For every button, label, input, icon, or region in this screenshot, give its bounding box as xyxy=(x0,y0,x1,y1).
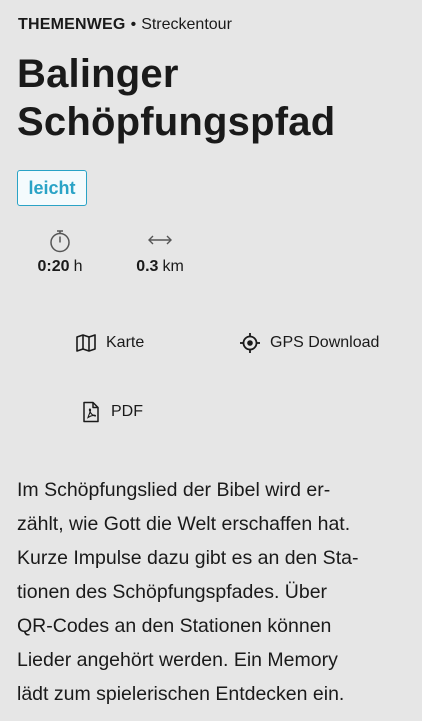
duration-value-line: 0:20 h xyxy=(25,257,95,277)
tour-subtype: Streckentour xyxy=(141,16,232,33)
tour-description: Im Schöpfungslied der Bibel wird er- zäh… xyxy=(17,473,412,711)
map-button-label: Karte xyxy=(106,334,145,351)
description-line: Kurze Impulse dazu gibt es an den Sta- xyxy=(17,547,359,569)
tour-detail-page: THEMENWEG • Streckentour Balinger Schöpfun… xyxy=(0,0,422,721)
distance-value-line: 0.3 km xyxy=(125,257,195,277)
page-title: Balinger Schöpfungspfad xyxy=(17,50,417,146)
description-line: lädt zum spielerischen Entdecken ein. xyxy=(17,683,345,705)
gps-download-button[interactable]: GPS Download xyxy=(239,332,379,354)
gps-target-icon xyxy=(239,332,261,354)
tour-category: THEMENWEG • Streckentour xyxy=(18,14,232,36)
duration-unit: h xyxy=(73,258,83,275)
description-line: QR-Codes an den Stationen können xyxy=(17,615,332,637)
description-line: zählt, wie Gott die Welt erschaffen hat. xyxy=(17,513,351,535)
title-line: Balinger xyxy=(17,52,179,96)
gps-download-label: GPS Download xyxy=(270,334,380,351)
duration-value: 0:20 xyxy=(37,258,70,275)
title-line: Schöpfungspfad xyxy=(17,100,336,144)
difficulty-badge: leicht xyxy=(17,170,87,206)
map-button[interactable]: Karte xyxy=(75,332,144,354)
description-line: Im Schöpfungslied der Bibel wird er- xyxy=(17,479,331,501)
duration-stat: 0:20 h xyxy=(25,228,95,277)
description-line: Lieder angehört werden. Ein Memory xyxy=(17,649,338,671)
tour-type: THEMENWEG xyxy=(18,16,126,33)
distance-value: 0.3 xyxy=(136,258,159,275)
pdf-button[interactable]: PDF xyxy=(80,401,143,423)
distance-unit: km xyxy=(162,258,184,275)
pdf-file-icon xyxy=(80,401,102,423)
category-separator: • xyxy=(130,16,137,33)
map-icon xyxy=(75,332,97,354)
description-line: tionen des Schöpfungspfades. Über xyxy=(17,581,328,603)
stopwatch-icon xyxy=(50,230,70,253)
distance-arrows-icon xyxy=(148,235,172,245)
distance-stat: 0.3 km xyxy=(125,228,195,277)
pdf-button-label: PDF xyxy=(111,403,143,420)
